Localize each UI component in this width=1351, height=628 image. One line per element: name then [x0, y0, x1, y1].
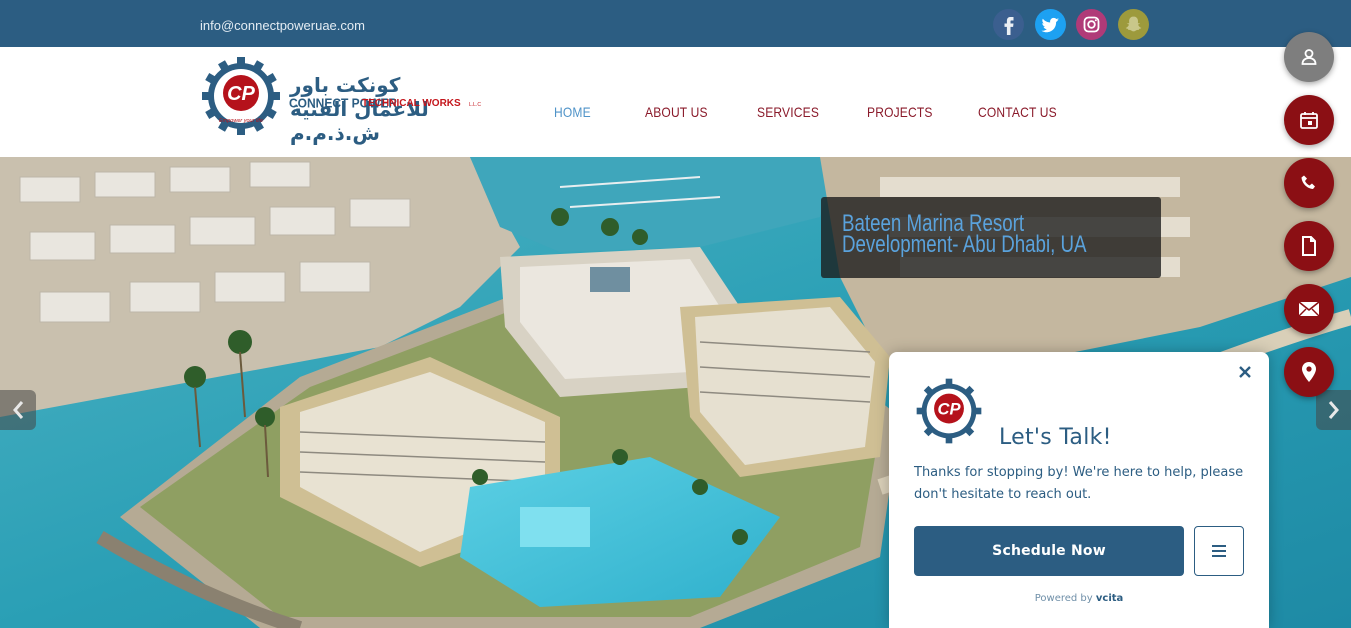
twitter-link[interactable] — [1035, 9, 1066, 40]
widget-message: Thanks for stopping by! We're here to he… — [914, 465, 1244, 502]
location-fab[interactable] — [1284, 347, 1334, 397]
powered-by-prefix: Powered by — [1034, 593, 1093, 604]
hamburger-menu-icon — [1212, 545, 1226, 557]
document-fab[interactable] — [1284, 221, 1334, 271]
chevron-right-icon — [1328, 401, 1339, 419]
widget-title: Let's Talk! — [999, 425, 1112, 450]
site-header: CP Empower your life كونكت باور للاعمال … — [0, 47, 1351, 157]
nav-contact-us[interactable]: CONTACT US — [978, 104, 1057, 120]
powered-by-brand: vcita — [1095, 593, 1124, 604]
schedule-now-button[interactable]: Schedule Now — [914, 526, 1184, 576]
logo-tagline: Empower your life — [219, 118, 263, 124]
profile-fab[interactable] — [1284, 32, 1334, 82]
logo-initials: CP — [227, 83, 255, 105]
call-fab[interactable] — [1284, 158, 1334, 208]
facebook-icon — [993, 9, 1024, 40]
snapchat-link[interactable] — [1118, 9, 1149, 40]
slider-prev-button[interactable] — [0, 390, 36, 430]
gear-logo-emblem: CP Empower your life — [202, 57, 280, 135]
slide-caption-text: Bateen Marina Resort Development- Abu Dh… — [842, 212, 1087, 258]
facebook-link[interactable] — [993, 9, 1024, 40]
nav-projects[interactable]: PROJECTS — [867, 104, 933, 120]
twitter-icon — [1035, 9, 1066, 40]
widget-menu-button[interactable] — [1194, 526, 1244, 576]
calendar-icon — [1300, 112, 1318, 129]
schedule-fab[interactable] — [1284, 95, 1334, 145]
contact-email[interactable]: info@connectpoweruae.com — [200, 18, 365, 33]
logo-english-subtitle: TECHNICAL WORKS — [362, 98, 461, 109]
email-fab[interactable] — [1284, 284, 1334, 334]
powered-by-text[interactable]: Powered by vcita — [889, 593, 1269, 604]
widget-logo: CP — [916, 378, 982, 444]
top-bar: info@connectpoweruae.com — [0, 0, 1351, 47]
slide-caption-line-2: Development- Abu Dhabi, UA — [842, 231, 1087, 258]
slider-next-button[interactable] — [1316, 390, 1351, 430]
location-pin-icon — [1302, 362, 1316, 382]
envelope-icon — [1298, 301, 1320, 317]
widget-logo-initials: CP — [937, 399, 961, 418]
widget-close-button[interactable] — [1238, 362, 1252, 385]
nav-about-us[interactable]: ABOUT US — [645, 104, 708, 120]
snapchat-icon — [1118, 9, 1149, 40]
document-icon — [1302, 236, 1316, 256]
chevron-left-icon — [13, 401, 24, 419]
instagram-icon — [1076, 9, 1107, 40]
instagram-link[interactable] — [1076, 9, 1107, 40]
phone-icon — [1301, 175, 1315, 189]
nav-home[interactable]: HOME — [554, 104, 591, 120]
close-icon — [1239, 366, 1251, 378]
nav-services[interactable]: SERVICES — [757, 104, 819, 120]
user-icon — [1301, 49, 1317, 65]
logo-llc: L.L.C — [469, 102, 481, 108]
chat-widget: CP Let's Talk! Thanks for stopping by! W… — [889, 352, 1269, 628]
slide-caption: Bateen Marina Resort Development- Abu Dh… — [821, 197, 1161, 278]
